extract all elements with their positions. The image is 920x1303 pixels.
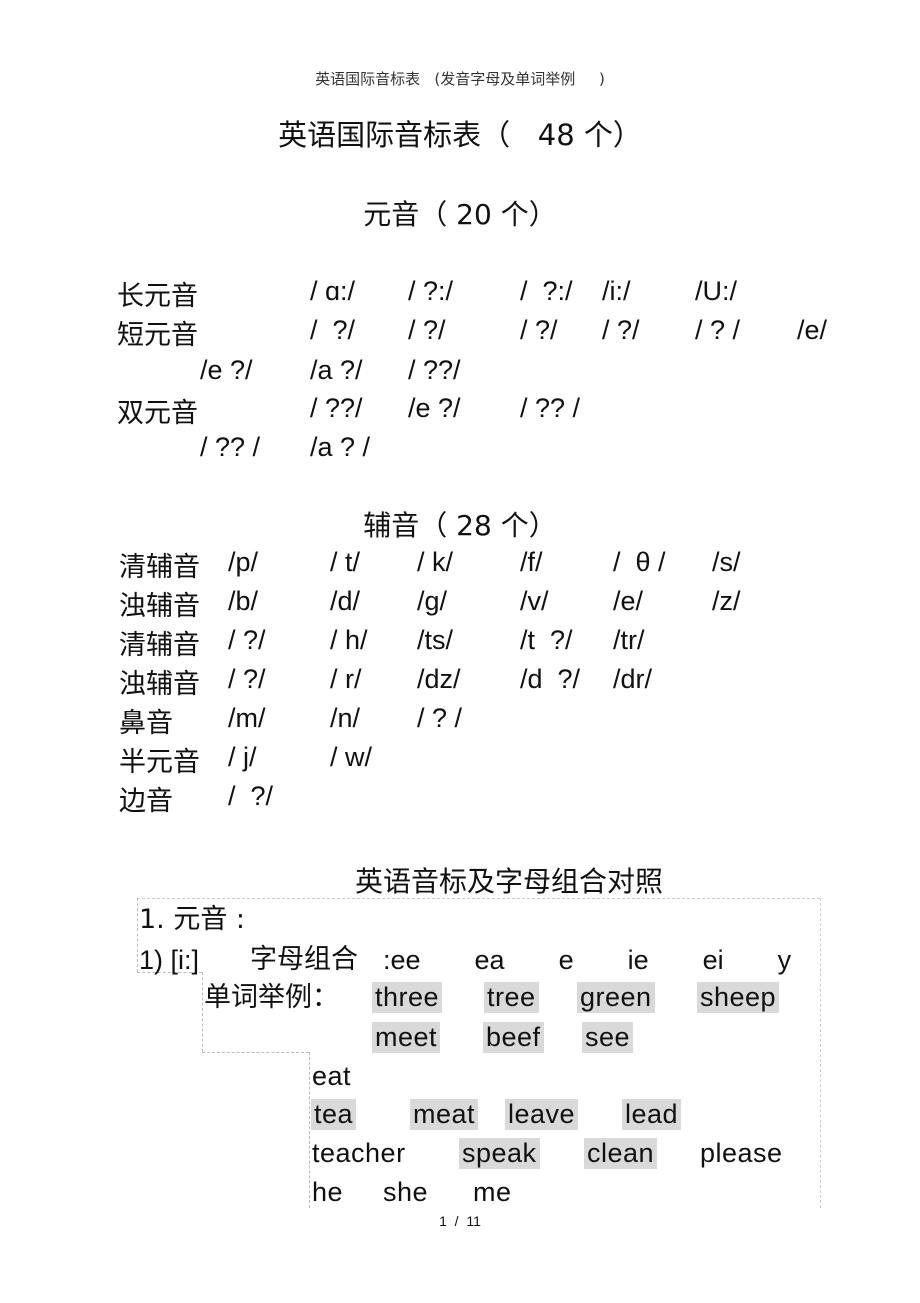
consonant-symbol: /d/ [330, 586, 361, 616]
consonant-symbol: / r/ [330, 664, 362, 694]
consonant-symbol: / ?/ [228, 664, 266, 694]
phoneme-number: 1) [i:] [139, 945, 200, 975]
example-word: he [312, 1177, 344, 1207]
letter-combos: :ee ea e ie ei y [383, 945, 792, 975]
example-word: sheep [697, 982, 780, 1013]
consonant-symbol: /tr/ [613, 625, 645, 655]
consonant-symbol: / t/ [330, 547, 361, 577]
diphthong-label: 双元音 [117, 398, 198, 429]
consonant-symbol: /e/ [613, 586, 644, 616]
vowel-symbol: / ? / [695, 315, 741, 345]
vowel-symbol: / ?/ [602, 315, 640, 345]
consonant-row-label: 浊辅音 [119, 591, 200, 622]
vowel-symbol: /e ?/ [408, 393, 461, 423]
short-vowel-label: 短元音 [117, 320, 198, 351]
example-word: speak [459, 1138, 540, 1169]
vowel-symbol: / ??/ [408, 355, 461, 385]
consonant-symbol: / ?/ [228, 625, 266, 655]
consonant-symbol: /ts/ [417, 625, 454, 655]
vowel-symbol: / ?/ [408, 315, 446, 345]
consonant-row-label: 浊辅音 [119, 669, 200, 700]
vowel-symbol: /e ?/ [200, 355, 253, 385]
vowel-symbol: / ?? / [520, 393, 581, 423]
consonant-symbol: /z/ [712, 586, 741, 616]
consonant-symbol: /f/ [520, 547, 543, 577]
page-title: 英语国际音标表（ 48 个） [278, 118, 642, 152]
vowels-heading: 元音（ 20 个） [363, 198, 557, 231]
vowel-symbol: / ?:/ [520, 276, 573, 306]
page-number: 1 / 11 [439, 1213, 481, 1229]
consonant-symbol: /n/ [330, 703, 361, 733]
vowel-symbol: / ?:/ [408, 276, 454, 306]
consonant-symbol: /s/ [712, 547, 741, 577]
consonant-symbol: /m/ [228, 703, 266, 733]
vowel-symbol: /i:/ [602, 276, 631, 306]
table-border [137, 898, 138, 972]
example-word: tea [311, 1099, 357, 1130]
consonant-symbol: /b/ [228, 586, 259, 616]
example-word: green [577, 982, 655, 1013]
running-header: 英语国际音标表 (发音字母及单词举例 ) [315, 70, 605, 88]
consonant-symbol: / ? / [417, 703, 463, 733]
consonant-symbol: / w/ [330, 742, 373, 772]
example-word: me [473, 1177, 512, 1207]
consonant-symbol: /p/ [228, 547, 259, 577]
example-word: tree [484, 982, 539, 1013]
table-border [309, 1052, 310, 1208]
consonant-row-label: 鼻音 [119, 708, 173, 739]
example-word: meat [410, 1099, 479, 1130]
consonant-symbol: / θ / [613, 547, 666, 577]
example-word: she [383, 1177, 429, 1207]
table-border [820, 898, 821, 1208]
consonant-symbol: /dr/ [613, 664, 653, 694]
table-border [202, 972, 203, 1052]
example-word: clean [584, 1138, 658, 1169]
consonant-row-label: 清辅音 [119, 552, 200, 583]
consonant-symbol: /g/ [417, 586, 448, 616]
vowel-symbol: /e/ [797, 315, 828, 345]
long-vowel-label: 长元音 [117, 281, 198, 312]
consonant-symbol: /t ?/ [520, 625, 573, 655]
vowel-symbol: / ?? / [200, 432, 261, 462]
consonant-row-label: 清辅音 [119, 630, 200, 661]
example-word: please [700, 1138, 783, 1168]
consonant-symbol: / j/ [228, 742, 257, 772]
consonants-heading: 辅音（ 28 个） [363, 509, 557, 542]
vowel-symbol: /a ?/ [310, 355, 363, 385]
example-word: meet [372, 1022, 441, 1053]
consonant-symbol: / ?/ [228, 781, 274, 811]
consonant-symbol: / k/ [417, 547, 454, 577]
table-border [202, 1052, 309, 1053]
consonant-symbol: / h/ [330, 625, 368, 655]
consonant-row-label: 半元音 [119, 747, 200, 778]
example-word: lead [622, 1099, 682, 1130]
consonant-symbol: /d ?/ [520, 664, 581, 694]
consonant-symbol: /dz/ [417, 664, 461, 694]
vowel-symbol: /a ? / [310, 432, 371, 462]
vowel-symbol: / ??/ [310, 393, 363, 423]
example-word: teacher [312, 1138, 406, 1168]
combo-label: 字母组合 [250, 944, 358, 975]
example-word: beef [483, 1022, 544, 1053]
example-word: three [372, 982, 443, 1013]
comparison-heading: 英语音标及字母组合对照 [355, 865, 664, 898]
example-word: see [582, 1022, 634, 1053]
vowel-symbol: / ɑ:/ [310, 276, 356, 306]
example-word: eat [312, 1061, 352, 1091]
consonant-symbol: /v/ [520, 586, 549, 616]
consonant-row-label: 边音 [119, 786, 173, 817]
examples-label: 单词举例： [204, 982, 339, 1013]
vowel-symbol: / ?/ [310, 315, 356, 345]
example-word: leave [505, 1099, 579, 1130]
section-label: 1. 元音 : [139, 904, 246, 935]
vowel-symbol: /U:/ [695, 276, 738, 306]
vowel-symbol: / ?/ [520, 315, 558, 345]
